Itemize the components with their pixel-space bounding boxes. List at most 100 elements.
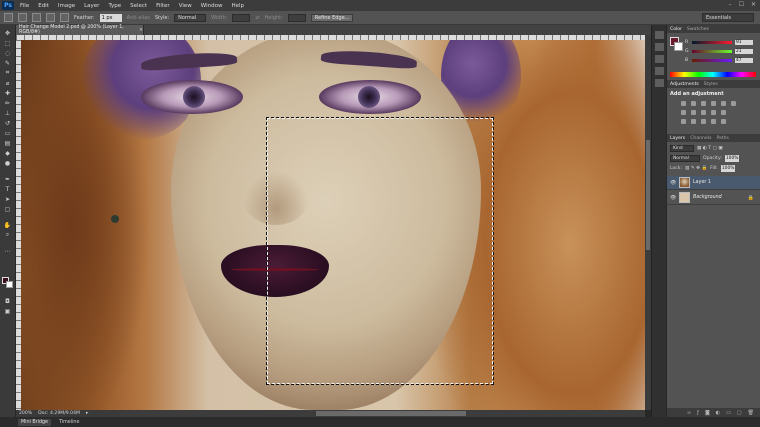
- color-balance-icon[interactable]: [681, 110, 686, 115]
- exposure-icon[interactable]: [711, 101, 716, 106]
- zoom-level[interactable]: 200%: [19, 411, 32, 416]
- intersect-selection-icon[interactable]: [60, 13, 69, 22]
- healing-brush-tool-icon[interactable]: ✚: [3, 89, 12, 97]
- opacity-input[interactable]: 100%: [724, 154, 740, 162]
- layer-name[interactable]: Background: [693, 195, 722, 200]
- channel-mixer-icon[interactable]: [711, 110, 716, 115]
- path-selection-tool-icon[interactable]: ➤: [3, 195, 12, 203]
- blur-tool-icon[interactable]: ◆: [3, 149, 12, 157]
- menu-filter[interactable]: Filter: [156, 3, 170, 9]
- color-spectrum[interactable]: [670, 72, 756, 77]
- swap-icon[interactable]: ⇄: [255, 15, 259, 21]
- subtract-selection-icon[interactable]: [46, 13, 55, 22]
- blend-mode-select[interactable]: Normal: [670, 154, 700, 162]
- menu-file[interactable]: File: [20, 3, 29, 9]
- posterize-icon[interactable]: [691, 119, 696, 124]
- tab-mini-bridge[interactable]: Mini Bridge: [18, 418, 52, 426]
- black-white-icon[interactable]: [691, 110, 696, 115]
- adjustment-layer-icon[interactable]: ◐: [716, 410, 720, 416]
- width-input[interactable]: [232, 13, 251, 22]
- photo-filter-icon[interactable]: [701, 110, 706, 115]
- quick-mask-icon[interactable]: ◘: [3, 297, 12, 305]
- green-value[interactable]: 21: [735, 48, 753, 54]
- visibility-eye-icon[interactable]: 👁: [670, 195, 676, 201]
- tab-styles[interactable]: Styles: [704, 82, 718, 87]
- menu-view[interactable]: View: [179, 3, 192, 9]
- layer-name[interactable]: Layer 1: [693, 180, 711, 185]
- status-arrow-icon[interactable]: ▸: [86, 411, 88, 416]
- new-layer-icon[interactable]: ▢: [737, 410, 742, 416]
- tab-color[interactable]: Color: [670, 27, 682, 32]
- character-panel-icon[interactable]: [655, 67, 664, 75]
- hue-saturation-icon[interactable]: [731, 101, 736, 106]
- tab-swatches[interactable]: Swatches: [687, 27, 709, 32]
- refine-edge-button[interactable]: Refine Edge...: [310, 13, 354, 22]
- workspace-select[interactable]: Essentials: [702, 13, 754, 22]
- red-slider[interactable]: [692, 40, 732, 44]
- new-selection-icon[interactable]: [18, 13, 27, 22]
- clone-stamp-tool-icon[interactable]: ⊥: [3, 109, 12, 117]
- document-tab[interactable]: Hair Change Model 2.psd @ 200% (Layer 1,…: [16, 25, 144, 35]
- tab-paths[interactable]: Paths: [716, 136, 729, 141]
- group-icon[interactable]: ▭: [726, 410, 731, 416]
- add-selection-icon[interactable]: [32, 13, 41, 22]
- blue-slider[interactable]: [692, 58, 732, 62]
- green-slider[interactable]: [692, 49, 732, 53]
- move-tool-icon[interactable]: ✥: [3, 29, 12, 37]
- background-color-swatch[interactable]: [6, 281, 13, 288]
- tab-timeline[interactable]: Timeline: [59, 420, 79, 425]
- lock-icons[interactable]: ▨ ✎ ✥ 🔒: [685, 166, 707, 171]
- tab-adjustments[interactable]: Adjustments: [670, 82, 699, 87]
- anti-alias-checkbox[interactable]: Anti-alias: [127, 15, 150, 21]
- height-input[interactable]: [287, 13, 306, 22]
- tab-channels[interactable]: Channels: [690, 136, 711, 141]
- visibility-eye-icon[interactable]: 👁: [670, 180, 676, 186]
- color-lookup-icon[interactable]: [721, 110, 726, 115]
- fx-icon[interactable]: ƒ: [697, 410, 699, 416]
- hand-tool-icon[interactable]: ✋: [3, 221, 12, 229]
- vertical-scroll-thumb[interactable]: [646, 140, 650, 250]
- menu-edit[interactable]: Edit: [38, 3, 49, 9]
- pen-tool-icon[interactable]: ✒: [3, 175, 12, 183]
- marquee-tool-icon[interactable]: ⬚: [3, 39, 12, 47]
- gradient-tool-icon[interactable]: ▤: [3, 139, 12, 147]
- more-tools-icon[interactable]: ⋯: [3, 247, 12, 255]
- brightness-contrast-icon[interactable]: [681, 101, 686, 106]
- document-canvas[interactable]: [21, 40, 645, 410]
- style-select[interactable]: Normal: [174, 13, 207, 22]
- trash-icon[interactable]: 🗑: [748, 410, 754, 416]
- fill-input[interactable]: 100%: [720, 164, 736, 172]
- threshold-icon[interactable]: [701, 119, 706, 124]
- shape-tool-icon[interactable]: ▢: [3, 205, 12, 213]
- eyedropper-tool-icon[interactable]: ⌀: [3, 79, 12, 87]
- eraser-tool-icon[interactable]: ▭: [3, 129, 12, 137]
- brush-panel-icon[interactable]: [655, 55, 664, 63]
- menu-select[interactable]: Select: [130, 3, 147, 9]
- mask-icon[interactable]: ◙: [705, 410, 710, 416]
- invert-icon[interactable]: [681, 119, 686, 124]
- horizontal-scroll-thumb[interactable]: [316, 411, 466, 416]
- menu-image[interactable]: Image: [58, 3, 75, 9]
- menu-help[interactable]: Help: [231, 3, 244, 9]
- blue-value[interactable]: 47: [735, 57, 753, 63]
- paragraph-panel-icon[interactable]: [655, 79, 664, 87]
- red-value[interactable]: 91: [735, 39, 753, 45]
- menu-window[interactable]: Window: [201, 3, 223, 9]
- minimize-button[interactable]: –: [729, 1, 732, 8]
- gradient-map-icon[interactable]: [711, 119, 716, 124]
- properties-panel-icon[interactable]: [655, 43, 664, 51]
- quick-select-tool-icon[interactable]: ✎: [3, 59, 12, 67]
- marquee-selection[interactable]: [266, 117, 494, 385]
- crop-tool-icon[interactable]: ⌗: [3, 69, 12, 77]
- link-layers-icon[interactable]: ∞: [687, 410, 691, 416]
- dodge-tool-icon[interactable]: ●: [3, 159, 12, 167]
- layer-row-background[interactable]: 👁 Background 🔒: [667, 191, 760, 205]
- curves-icon[interactable]: [701, 101, 706, 106]
- filter-icons[interactable]: ▦ ◐ T ▢ ▣: [697, 146, 723, 151]
- type-tool-icon[interactable]: T: [3, 185, 12, 193]
- lasso-tool-icon[interactable]: ◌: [3, 49, 12, 57]
- screen-mode-icon[interactable]: ▣: [3, 307, 12, 315]
- levels-icon[interactable]: [691, 101, 696, 106]
- maximize-button[interactable]: ☐: [739, 1, 744, 8]
- close-window-button[interactable]: ✕: [751, 1, 756, 8]
